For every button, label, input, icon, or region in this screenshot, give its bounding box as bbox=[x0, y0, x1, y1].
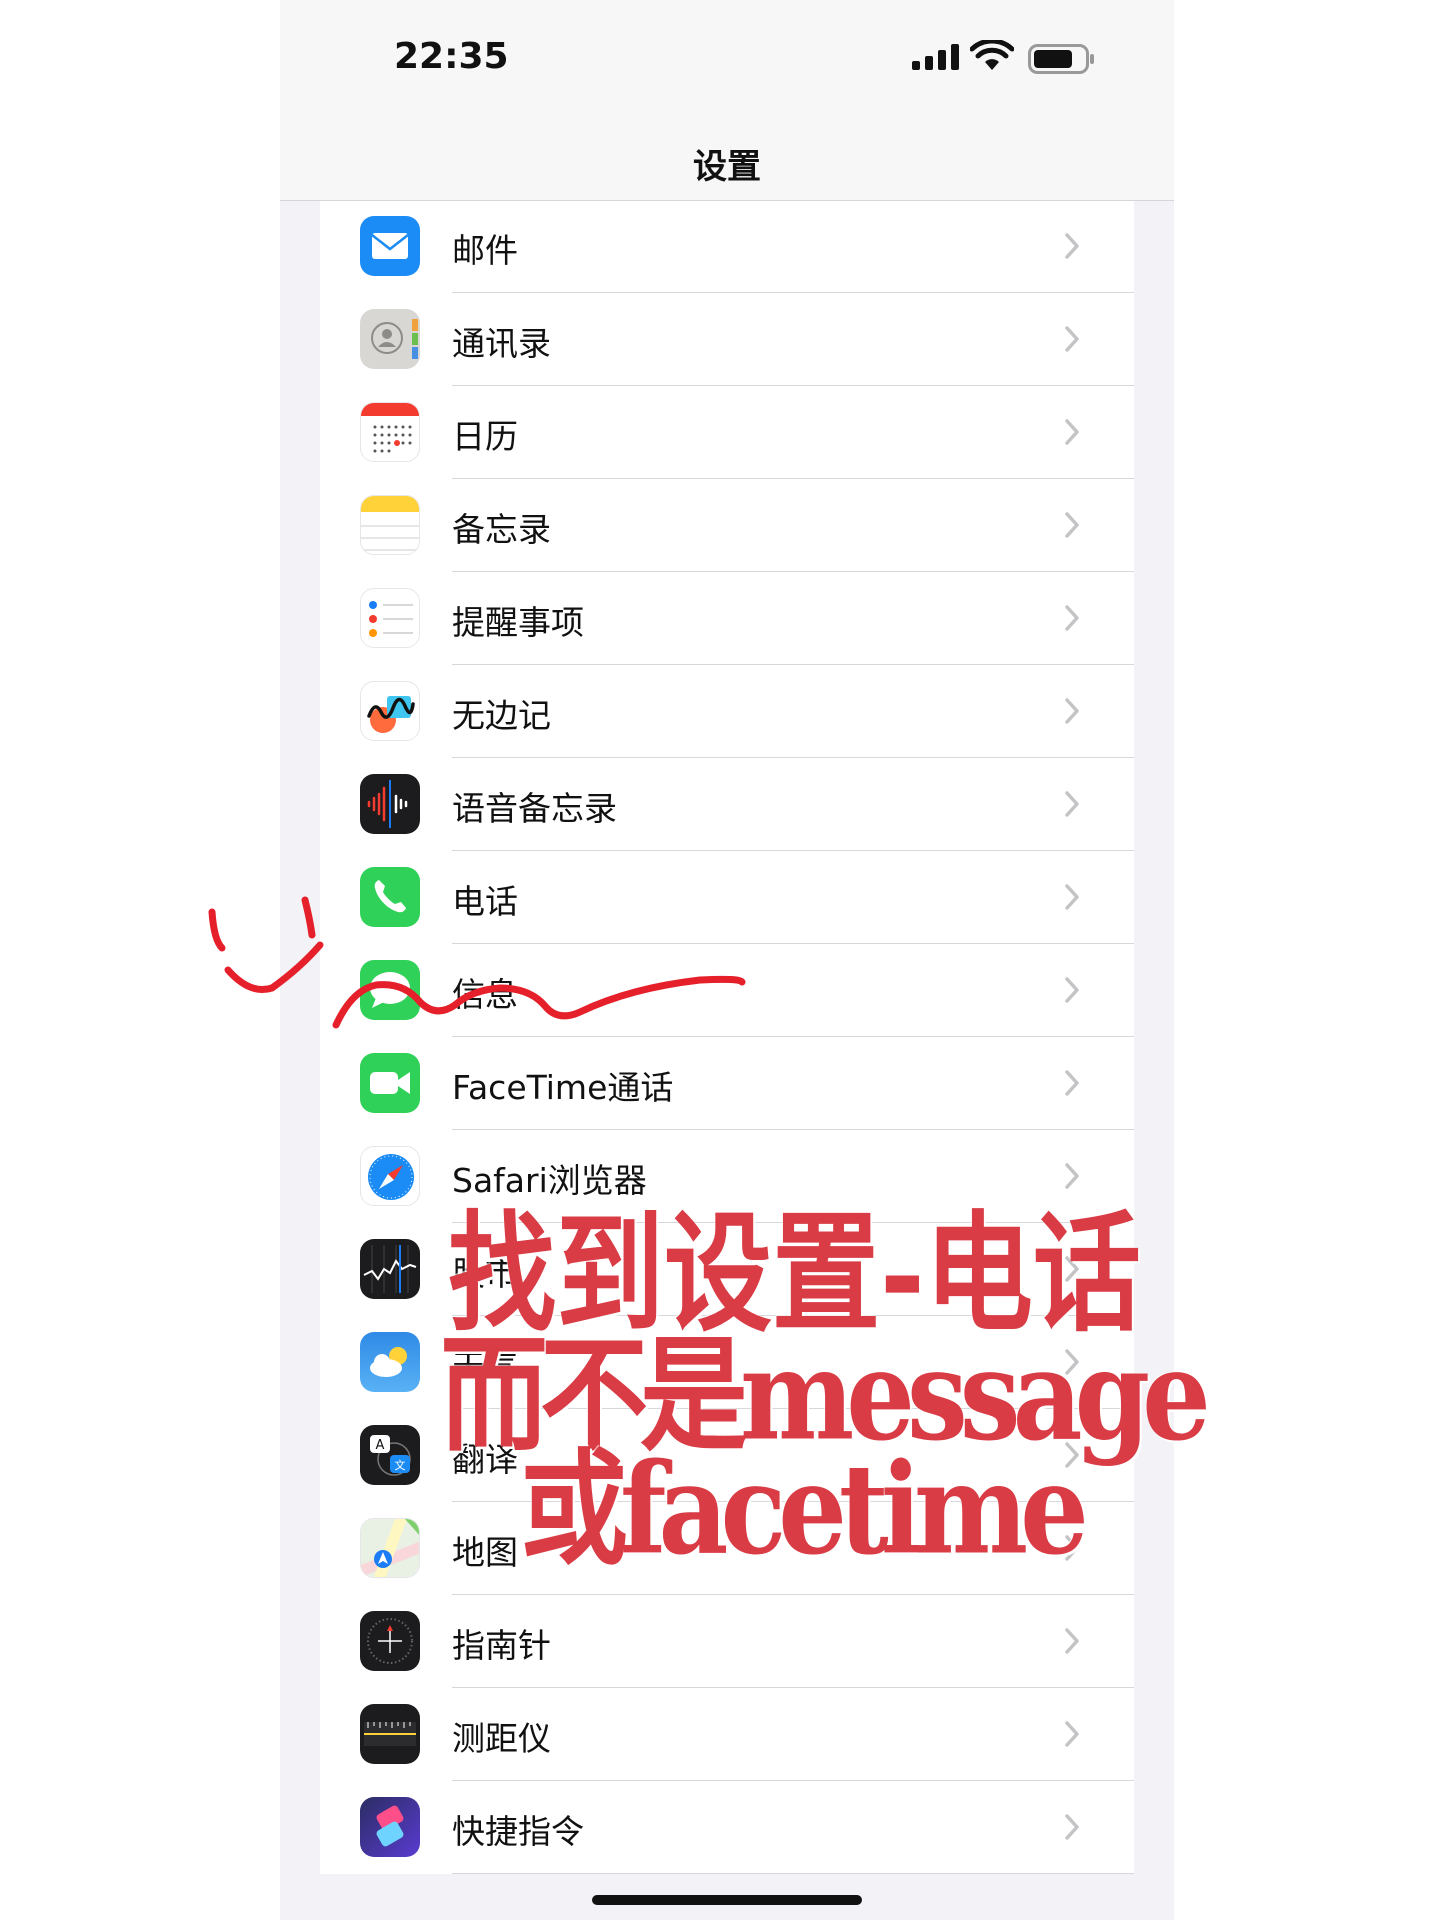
settings-row-notes[interactable]: 备忘录 bbox=[320, 479, 1134, 572]
cellular-signal-icon bbox=[912, 44, 960, 74]
settings-row-mail[interactable]: 邮件 bbox=[320, 200, 1134, 293]
stocks-icon bbox=[360, 1239, 420, 1299]
chevron-right-icon bbox=[1064, 1720, 1080, 1752]
reminders-icon bbox=[360, 588, 420, 648]
chevron-right-icon bbox=[1064, 325, 1080, 357]
status-time: 22:35 bbox=[394, 36, 509, 77]
home-indicator[interactable] bbox=[592, 1895, 862, 1905]
settings-row-facetime[interactable]: FaceTime通话 bbox=[320, 1037, 1134, 1130]
row-label: 备忘录 bbox=[452, 510, 551, 549]
svg-text:文: 文 bbox=[395, 1458, 406, 1472]
settings-row-freeform[interactable]: 无边记 bbox=[320, 665, 1134, 758]
row-label: 指南针 bbox=[452, 1626, 551, 1665]
status-bar: 22:35 bbox=[280, 0, 1174, 115]
row-divider bbox=[452, 1873, 1134, 1874]
voice-memos-icon bbox=[360, 774, 420, 834]
messages-icon bbox=[360, 960, 420, 1020]
row-label: FaceTime通话 bbox=[452, 1068, 674, 1107]
chevron-right-icon bbox=[1064, 604, 1080, 636]
chevron-right-icon bbox=[1064, 790, 1080, 822]
calendar-icon bbox=[360, 402, 420, 462]
settings-row-compass[interactable]: 指南针 bbox=[320, 1595, 1134, 1688]
row-label: 快捷指令 bbox=[452, 1812, 584, 1851]
row-label: 语音备忘录 bbox=[452, 789, 617, 828]
navigation-bar: 设置 bbox=[280, 115, 1174, 201]
maps-icon bbox=[360, 1518, 420, 1578]
notes-icon bbox=[360, 495, 420, 555]
chevron-right-icon bbox=[1064, 1813, 1080, 1845]
contacts-icon bbox=[360, 309, 420, 369]
row-label: 测距仪 bbox=[452, 1719, 551, 1758]
settings-row-messages[interactable]: 信息 bbox=[320, 944, 1134, 1037]
settings-row-shortcuts[interactable]: 快捷指令 bbox=[320, 1781, 1134, 1874]
safari-icon bbox=[360, 1146, 420, 1206]
chevron-right-icon bbox=[1064, 418, 1080, 450]
annotation-text-line-3: 或facetime bbox=[520, 1437, 1089, 1583]
translate-icon: A文 bbox=[360, 1425, 420, 1485]
chevron-right-icon bbox=[1064, 976, 1080, 1008]
chevron-right-icon bbox=[1064, 232, 1080, 264]
settings-row-phone[interactable]: 电话 bbox=[320, 851, 1134, 944]
row-label: 日历 bbox=[452, 417, 518, 456]
chevron-right-icon bbox=[1064, 883, 1080, 915]
row-label: 无边记 bbox=[452, 696, 551, 735]
row-label: 地图 bbox=[452, 1533, 518, 1572]
settings-row-measure[interactable]: 测距仪 bbox=[320, 1688, 1134, 1781]
settings-row-reminders[interactable]: 提醒事项 bbox=[320, 572, 1134, 665]
facetime-icon bbox=[360, 1053, 420, 1113]
settings-list: 密码 邮件 通讯录 bbox=[320, 107, 1134, 1874]
row-label: 通讯录 bbox=[452, 324, 551, 363]
chevron-right-icon bbox=[1064, 1627, 1080, 1659]
chevron-right-icon bbox=[1064, 511, 1080, 543]
row-label: 提醒事项 bbox=[452, 603, 584, 642]
row-label: 邮件 bbox=[452, 231, 518, 270]
row-label: 电话 bbox=[452, 882, 518, 921]
settings-row-voice-memos[interactable]: 语音备忘录 bbox=[320, 758, 1134, 851]
settings-row-calendar[interactable]: 日历 bbox=[320, 386, 1134, 479]
phone-screen: 22:35 设置 邮件 通讯录 日历 备忘录 提醒事项 无边记 语音备忘录 电话… bbox=[280, 0, 1174, 1920]
shortcuts-icon bbox=[360, 1797, 420, 1857]
mail-icon bbox=[360, 216, 420, 276]
wifi-icon bbox=[969, 38, 1015, 76]
chevron-right-icon bbox=[1064, 1069, 1080, 1101]
row-label: 信息 bbox=[452, 975, 518, 1014]
measure-icon bbox=[360, 1704, 420, 1764]
freeform-icon bbox=[360, 681, 420, 741]
settings-row-contacts[interactable]: 通讯录 bbox=[320, 293, 1134, 386]
phone-icon bbox=[360, 867, 420, 927]
weather-icon bbox=[360, 1332, 420, 1392]
chevron-right-icon bbox=[1064, 697, 1080, 729]
page-title: 设置 bbox=[693, 147, 761, 187]
compass-icon bbox=[360, 1611, 420, 1671]
svg-text:A: A bbox=[376, 1438, 385, 1453]
battery-icon bbox=[1028, 44, 1096, 78]
